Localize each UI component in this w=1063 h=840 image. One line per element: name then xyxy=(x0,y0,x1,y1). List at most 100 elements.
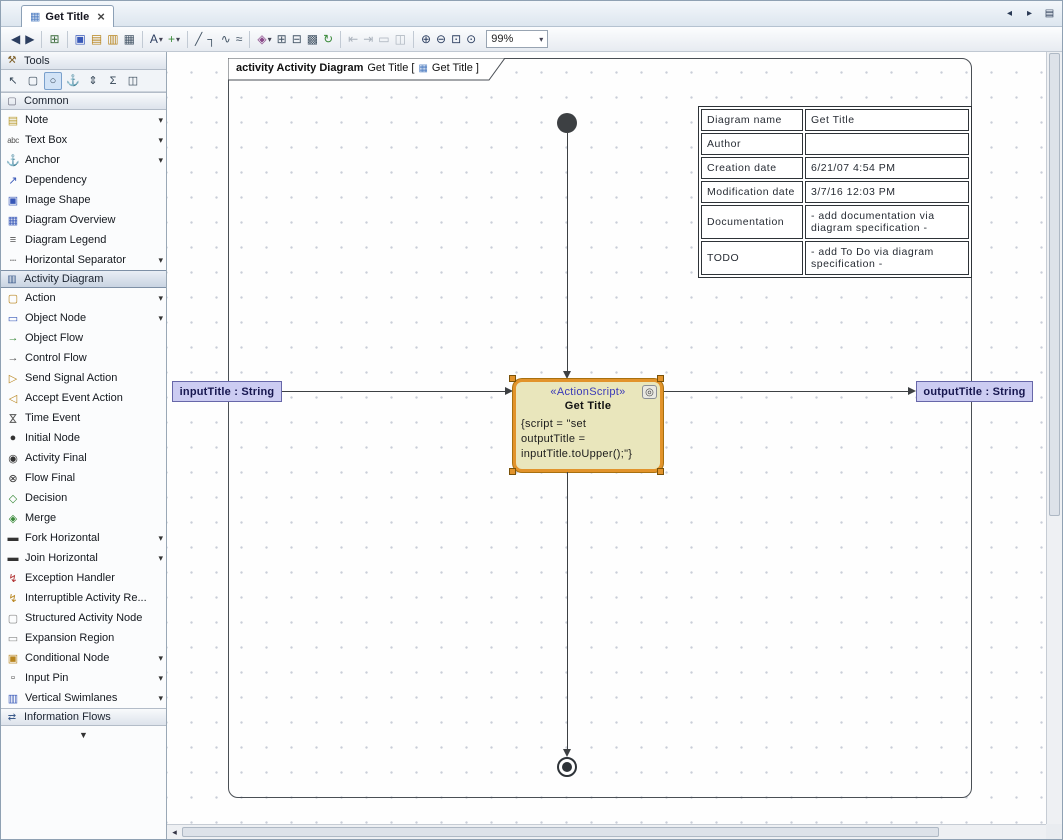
palette-item-object-node[interactable]: ▭Object Node▾ xyxy=(1,308,166,328)
vertical-scroll-thumb[interactable] xyxy=(1049,53,1060,516)
forward-button[interactable]: ▶ xyxy=(23,29,36,49)
palette-item-input-pin[interactable]: ▫Input Pin▾ xyxy=(1,668,166,688)
text-style-button[interactable]: A▾ xyxy=(148,29,165,49)
make-same-size-button[interactable]: ▭ xyxy=(376,29,391,49)
layers-button[interactable]: ▦ xyxy=(122,29,137,49)
object-flow-edge-output[interactable] xyxy=(663,391,908,392)
paste-button[interactable]: ▤ xyxy=(89,29,104,49)
vertical-scrollbar[interactable] xyxy=(1046,52,1062,824)
dropdown-arrow-icon[interactable]: ▾ xyxy=(155,293,163,304)
horizontal-scroll-thumb[interactable] xyxy=(182,827,939,837)
palette-item-note[interactable]: ▤Note▾ xyxy=(1,110,166,130)
make-same-height-button[interactable]: ⇥ xyxy=(361,29,375,49)
palette-section-activity-diagram[interactable]: ▥Activity Diagram xyxy=(1,270,166,288)
rectangle-tool-button[interactable]: ▢ xyxy=(24,72,42,90)
chevron-down-icon[interactable]: ▾ xyxy=(268,35,272,44)
zoom-one-to-one-button[interactable]: ⊙ xyxy=(464,29,478,49)
palette-item-expansion-region[interactable]: ▭Expansion Region xyxy=(1,628,166,648)
make-same-width-button[interactable]: ⇤ xyxy=(346,29,360,49)
zoom-out-button[interactable]: ⊖ xyxy=(434,29,448,49)
sum-tool-button[interactable]: Σ xyxy=(104,72,122,90)
dropdown-arrow-icon[interactable]: ▾ xyxy=(155,653,163,664)
palette-section-information-flows[interactable]: ⇄Information Flows xyxy=(1,708,166,726)
palette-section-common[interactable]: ▢Common xyxy=(1,92,166,110)
select-in-tree-button[interactable]: ⊞ xyxy=(47,29,61,49)
palette-item-image-shape[interactable]: ▣Image Shape xyxy=(1,190,166,210)
snap-to-grid-button[interactable]: ⊟ xyxy=(290,29,304,49)
dropdown-arrow-icon[interactable]: ▾ xyxy=(155,255,163,266)
autosize-button[interactable]: ◫ xyxy=(393,29,408,49)
palette-item-decision[interactable]: ◇Decision xyxy=(1,488,166,508)
palette-item-flow-final[interactable]: ⊗Flow Final xyxy=(1,468,166,488)
palette-scroll-down-button[interactable]: ▼ xyxy=(79,730,88,740)
palette-item-exception-handler[interactable]: ↯Exception Handler xyxy=(1,568,166,588)
palette-item-dependency[interactable]: ↗Dependency xyxy=(1,170,166,190)
diagram-frame-header[interactable]: activity Activity Diagram Get Title [ ▦ … xyxy=(228,58,506,81)
dropdown-arrow-icon[interactable]: ▾ xyxy=(155,533,163,544)
dropdown-arrow-icon[interactable]: ▾ xyxy=(155,673,163,684)
curved-line-button[interactable]: ∿ xyxy=(219,29,233,49)
palette-item-time-event[interactable]: ⋈Time Event xyxy=(1,408,166,428)
appearance-button[interactable]: ◈▾ xyxy=(255,29,273,49)
selection-handle[interactable] xyxy=(657,468,664,475)
object-flow-edge-input[interactable] xyxy=(282,391,505,392)
anchor-tool-button[interactable]: ⚓ xyxy=(64,72,82,90)
zoom-fit-button[interactable]: ⊡ xyxy=(449,29,463,49)
palette-item-structured-activity-node[interactable]: ▢Structured Activity Node xyxy=(1,608,166,628)
palette-item-text-box[interactable]: abcText Box▾ xyxy=(1,130,166,150)
palette-item-fork-horizontal[interactable]: ▬Fork Horizontal▾ xyxy=(1,528,166,548)
initial-node[interactable] xyxy=(557,113,577,133)
palette-item-initial-node[interactable]: ●Initial Node xyxy=(1,428,166,448)
zoom-in-button[interactable]: ⊕ xyxy=(419,29,433,49)
palette-item-horizontal-separator[interactable]: ┄Horizontal Separator▾ xyxy=(1,250,166,270)
palette-item-action[interactable]: ▢Action▾ xyxy=(1,288,166,308)
zoom-level-select[interactable]: 99% ▾ xyxy=(486,30,548,48)
palette-item-diagram-legend[interactable]: ≡Diagram Legend xyxy=(1,230,166,250)
swimlane-tool-button[interactable]: ◫ xyxy=(124,72,142,90)
back-button[interactable]: ◀ xyxy=(9,29,22,49)
selection-handle[interactable] xyxy=(509,468,516,475)
ellipse-tool-button[interactable]: ○ xyxy=(44,72,62,90)
dropdown-arrow-icon[interactable]: ▾ xyxy=(155,115,163,126)
shadow-button[interactable]: ▩ xyxy=(305,29,320,49)
scroll-left-icon[interactable]: ◂ xyxy=(168,826,181,839)
palette-item-interruptible-activity-re[interactable]: ↯Interruptible Activity Re... xyxy=(1,588,166,608)
dropdown-arrow-icon[interactable]: ▾ xyxy=(155,313,163,324)
scroll-tabs-left-button[interactable]: ◂ xyxy=(1002,6,1017,21)
chevron-down-icon[interactable]: ▾ xyxy=(159,35,163,44)
tab-list-button[interactable]: ▤ xyxy=(1042,6,1057,21)
distribute-tool-button[interactable]: ⇕ xyxy=(84,72,102,90)
palette-item-vertical-swimlanes[interactable]: ▥Vertical Swimlanes▾ xyxy=(1,688,166,708)
action-node-get-title[interactable]: ◎ «ActionScript» Get Title {script = "se… xyxy=(513,379,663,472)
palette-item-activity-final[interactable]: ◉Activity Final xyxy=(1,448,166,468)
dropdown-arrow-icon[interactable]: ▾ xyxy=(155,155,163,166)
palette-item-conditional-node[interactable]: ▣Conditional Node▾ xyxy=(1,648,166,668)
straight-line-button[interactable]: ╱ xyxy=(193,29,204,49)
palette-item-object-flow[interactable]: →Object Flow xyxy=(1,328,166,348)
diagram-viewport[interactable]: activity Activity Diagram Get Title [ ▦ … xyxy=(167,52,1046,824)
output-pin-label[interactable]: outputTitle : String xyxy=(916,381,1033,402)
add-shape-button[interactable]: +▾ xyxy=(166,29,182,49)
dropdown-arrow-icon[interactable]: ▾ xyxy=(155,693,163,704)
diagram-info-table[interactable]: Diagram nameGet TitleAuthorCreation date… xyxy=(698,106,972,278)
palette-item-control-flow[interactable]: →Control Flow xyxy=(1,348,166,368)
scroll-tabs-right-button[interactable]: ▸ xyxy=(1022,6,1037,21)
copy-button[interactable]: ▣ xyxy=(73,29,88,49)
palette-item-accept-event-action[interactable]: ◁Accept Event Action xyxy=(1,388,166,408)
control-flow-edge-action-to-final[interactable] xyxy=(567,472,568,749)
refresh-button[interactable]: ↻ xyxy=(321,29,335,49)
select-tool-button[interactable]: ↖ xyxy=(4,72,22,90)
tab-get-title[interactable]: ▦ Get Title × xyxy=(21,5,114,27)
dropdown-arrow-icon[interactable]: ▾ xyxy=(155,135,163,146)
palette-item-merge[interactable]: ◈Merge xyxy=(1,508,166,528)
show-grid-button[interactable]: ⊞ xyxy=(275,29,289,49)
palette-item-send-signal-action[interactable]: ▷Send Signal Action xyxy=(1,368,166,388)
control-flow-edge-initial-to-action[interactable] xyxy=(567,133,568,371)
selection-handle[interactable] xyxy=(657,375,664,382)
chevron-down-icon[interactable]: ▾ xyxy=(176,35,180,44)
selection-handle[interactable] xyxy=(509,375,516,382)
activity-final-node[interactable] xyxy=(557,757,577,777)
horizontal-scrollbar[interactable]: ◂ xyxy=(167,824,1046,839)
palette-item-diagram-overview[interactable]: ▦Diagram Overview xyxy=(1,210,166,230)
splined-line-button[interactable]: ≈ xyxy=(234,29,245,49)
